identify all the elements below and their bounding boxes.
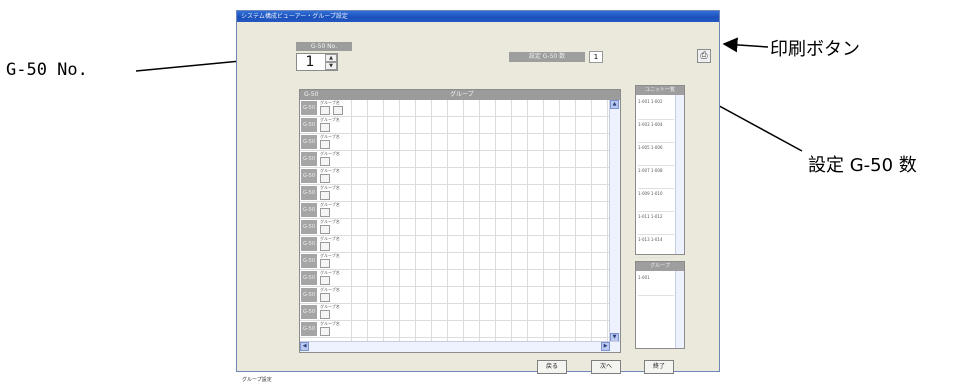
table-row[interactable]: G-50 グループ名 — [300, 100, 610, 117]
set-g50-count-field[interactable]: 1 — [589, 51, 603, 63]
row-label: G-50 — [301, 305, 317, 319]
table-row[interactable]: G-50 グループ名 — [300, 287, 610, 304]
row-select-button[interactable] — [320, 225, 330, 234]
group-list: 1-001 — [638, 273, 674, 296]
table-row[interactable]: G-50 グループ名 — [300, 202, 610, 219]
table-row[interactable]: G-50 グループ名 — [300, 185, 610, 202]
grid-header: G-50 グループ — [300, 90, 620, 100]
unit-list-panel: ユニット一覧 1-001 1-002 1-003 1-004 1-005 1-006… — [635, 85, 685, 258]
row-label: G-50 — [301, 186, 317, 200]
row-label: G-50 — [301, 237, 317, 251]
list-item[interactable]: 1-007 1-008 — [638, 166, 674, 189]
row-label: G-50 — [301, 288, 317, 302]
row-label: G-50 — [301, 101, 317, 115]
window-client: G-50 No. 1 ▲ ▼ 設定 G-50 数 1 ⎙ G-50 グループ G… — [239, 23, 717, 383]
grid-header-right: グループ — [450, 91, 474, 98]
row-select-button[interactable] — [320, 310, 330, 319]
row-select-button[interactable] — [320, 174, 330, 183]
row-label: G-50 — [301, 152, 317, 166]
row-select-button[interactable] — [320, 106, 330, 115]
grid-horizontal-scrollbar[interactable]: ◀ ▶ — [300, 341, 620, 352]
list-item[interactable]: 1-003 1-004 — [638, 120, 674, 143]
set-g50-count-label: 設定 G-50 数 — [509, 52, 585, 62]
row-label: G-50 — [301, 254, 317, 268]
row-label: G-50 — [301, 271, 317, 285]
row-select-button[interactable] — [333, 106, 343, 115]
app-window: システム構成ビューアー・グループ設定 G-50 No. 1 ▲ ▼ 設定 G-5… — [236, 10, 720, 383]
table-row[interactable]: G-50 グループ名 — [300, 151, 610, 168]
table-row[interactable]: G-50 グループ名 — [300, 134, 610, 151]
callout-set-g50-count: 設定 G-50 数 — [808, 155, 917, 176]
grid-rows: G-50 グループ名 G-50 グループ名 G-50 グループ名 G-50 グループ名 G-50… — [300, 100, 610, 342]
arrow-to-print-button — [722, 37, 769, 53]
printer-icon: ⎙ — [700, 51, 708, 61]
group-list-panel: グループ 1-001 — [635, 261, 685, 349]
grid-header-left: G-50 — [304, 91, 319, 98]
table-row[interactable]: G-50 グループ名 — [300, 236, 610, 253]
table-row[interactable]: G-50 グループ名 — [300, 219, 610, 236]
table-row[interactable]: G-50 グループ名 — [300, 304, 610, 321]
row-label: G-50 — [301, 203, 317, 217]
grid-vertical-scrollbar[interactable]: ▲ ▼ — [609, 100, 620, 342]
scroll-up-icon[interactable]: ▲ — [610, 100, 619, 109]
list-item[interactable]: 1-001 1-002 — [638, 97, 674, 120]
window-titlebar[interactable]: システム構成ビューアー・グループ設定 — [237, 11, 719, 22]
callout-print-button: 印刷ボタン — [770, 39, 860, 60]
row-label: G-50 — [301, 169, 317, 183]
row-label: G-50 — [301, 220, 317, 234]
list-item[interactable]: 1-005 1-006 — [638, 143, 674, 166]
row-select-button[interactable] — [320, 242, 330, 251]
row-label: G-50 — [301, 135, 317, 149]
scroll-left-icon[interactable]: ◀ — [300, 342, 309, 351]
row-label: G-50 — [301, 322, 317, 336]
row-select-button[interactable] — [320, 293, 330, 302]
table-row[interactable]: G-50 グループ名 — [300, 321, 610, 338]
print-button[interactable]: ⎙ — [697, 49, 711, 63]
group-list-title: グループ — [636, 262, 684, 271]
row-select-button[interactable] — [320, 157, 330, 166]
table-row[interactable]: G-50 グループ名 — [300, 117, 610, 134]
spin-down-icon[interactable]: ▼ — [325, 62, 337, 70]
row-label: G-50 — [301, 118, 317, 132]
list-item[interactable]: 1-011 1-012 — [638, 212, 674, 235]
group-list-scrollbar[interactable] — [675, 271, 684, 348]
row-select-button[interactable] — [320, 276, 330, 285]
table-row[interactable]: G-50 グループ名 — [300, 168, 610, 185]
row-select-button[interactable] — [320, 327, 330, 336]
group-grid: G-50 グループ G-50 グループ名 G-50 グループ名 G-50 グループ名 G-5… — [299, 89, 621, 353]
callout-g50-no: G-50 No. — [6, 60, 88, 80]
row-select-button[interactable] — [320, 140, 330, 149]
status-text: グループ設定 — [242, 377, 272, 383]
g50-no-value: 1 — [305, 54, 315, 70]
spin-up-icon[interactable]: ▲ — [325, 54, 337, 62]
g50-no-spinner[interactable]: 1 ▲ ▼ — [296, 53, 338, 71]
scroll-right-icon[interactable]: ▶ — [601, 342, 610, 351]
unit-list-title: ユニット一覧 — [636, 86, 684, 95]
g50-no-label: G-50 No. — [296, 42, 352, 51]
row-select-button[interactable] — [320, 259, 330, 268]
unit-list: 1-001 1-002 1-003 1-004 1-005 1-006 1-007 1… — [638, 97, 674, 258]
table-row[interactable]: G-50 グループ名 — [300, 253, 610, 270]
table-row[interactable]: G-50 グループ名 — [300, 270, 610, 287]
list-item[interactable]: 1-001 — [638, 273, 674, 296]
row-select-button[interactable] — [320, 191, 330, 200]
unit-list-scrollbar[interactable] — [675, 95, 684, 254]
list-item[interactable]: 1-013 1-014 — [638, 235, 674, 258]
row-select-button[interactable] — [320, 123, 330, 132]
list-item[interactable]: 1-009 1-010 — [638, 189, 674, 212]
row-select-button[interactable] — [320, 208, 330, 217]
